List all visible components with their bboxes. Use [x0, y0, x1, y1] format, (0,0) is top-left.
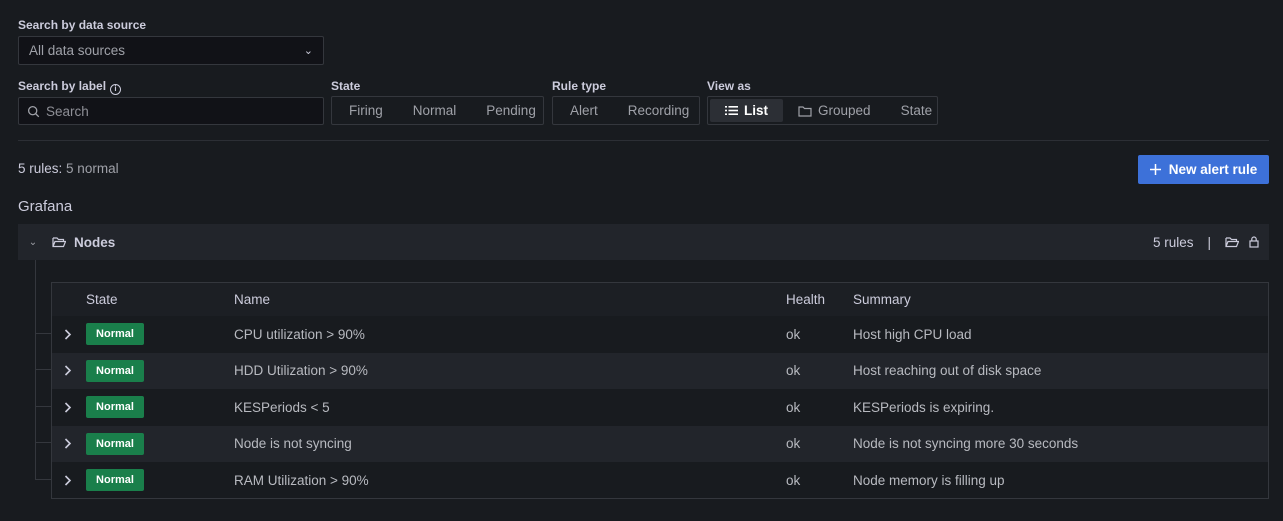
folder-name: Nodes [74, 234, 116, 250]
state-option-firing[interactable]: Firing [334, 99, 398, 122]
datasource-select[interactable]: All data sources ⌄ [18, 36, 324, 65]
rule-health: ok [786, 399, 801, 415]
info-icon[interactable]: i [110, 83, 122, 95]
rule-name: KESPeriods < 5 [234, 399, 330, 415]
label-search-placeholder: Search [46, 103, 89, 119]
rule-summary: Host high CPU load [853, 326, 972, 342]
plus-icon [1149, 164, 1161, 175]
view-as-label: View as [707, 79, 751, 93]
datasource-select-value: All data sources [29, 43, 126, 58]
filter-divider [18, 140, 1269, 141]
chevron-right-icon[interactable] [64, 316, 72, 353]
state-filter-group: Firing Normal Pending [331, 96, 544, 125]
view-as-list-label: List [744, 103, 769, 118]
folder-icon [798, 105, 812, 117]
table-row: Normal CPU utilization > 90% ok Host hig… [52, 316, 1268, 353]
view-as-group: List Grouped State [707, 96, 938, 125]
rules-detail: 5 normal [66, 161, 119, 176]
state-badge: Normal [86, 396, 144, 419]
list-icon [725, 106, 738, 115]
search-icon [27, 105, 40, 117]
tree-branch [35, 333, 51, 334]
chevron-right-icon[interactable] [64, 462, 72, 499]
view-as-grouped-label: Grouped [818, 103, 871, 118]
new-alert-rule-label: New alert rule [1168, 162, 1258, 177]
rule-health: ok [786, 326, 801, 342]
rule-type-alert[interactable]: Alert [555, 99, 613, 122]
rule-name: HDD Utilization > 90% [234, 363, 368, 379]
rule-summary: Node memory is filling up [853, 472, 1005, 488]
chevron-down-icon[interactable]: ⌄ [18, 237, 48, 248]
lock-icon[interactable] [1249, 236, 1259, 248]
rule-health: ok [786, 363, 801, 379]
rule-name: CPU utilization > 90% [234, 326, 365, 342]
label-search-input[interactable]: Search [18, 97, 324, 125]
rule-summary: KESPeriods is expiring. [853, 399, 995, 415]
folder-open-icon [52, 236, 66, 248]
state-badge: Normal [86, 432, 144, 455]
datasource-filter-label: Search by data source [18, 18, 147, 32]
view-as-state[interactable]: State [886, 99, 948, 122]
rules-table: State Name Health Summary Normal CPU uti… [51, 282, 1269, 499]
table-header: State Name Health Summary [52, 283, 1268, 316]
state-option-pending[interactable]: Pending [471, 99, 551, 122]
rules-summary: 5 rules: 5 normal [18, 161, 119, 176]
tree-branch [35, 479, 51, 480]
folder-rule-count: 5 rules [1152, 234, 1194, 250]
table-row: Normal KESPeriods < 5 ok KESPeriods is e… [52, 389, 1268, 426]
state-option-normal[interactable]: Normal [398, 99, 472, 122]
table-row: Normal HDD Utilization > 90% ok Host rea… [52, 352, 1268, 390]
state-badge: Normal [86, 359, 144, 382]
chevron-down-icon: ⌄ [303, 45, 313, 57]
rule-type-label: Rule type [552, 79, 607, 93]
table-row: Normal Node is not syncing ok Node is no… [52, 425, 1268, 463]
state-badge: Normal [86, 323, 144, 346]
rule-type-group: Alert Recording [552, 96, 700, 125]
state-badge: Normal [86, 469, 144, 492]
rule-name: Node is not syncing [234, 436, 352, 452]
tree-line [35, 260, 36, 480]
rule-type-recording[interactable]: Recording [613, 99, 705, 122]
datasource-group-title: Grafana [18, 198, 73, 215]
chevron-right-icon[interactable] [64, 353, 72, 390]
tree-branch [35, 442, 51, 443]
label-search-label: Search by label i [18, 79, 122, 95]
folder-open-icon[interactable] [1225, 236, 1239, 248]
rule-summary: Host reaching out of disk space [853, 363, 1042, 379]
label-search-label-text: Search by label [18, 79, 107, 93]
rule-name: RAM Utilization > 90% [234, 472, 369, 488]
folder-header[interactable]: ⌄ Nodes 5 rules | [18, 224, 1269, 260]
chevron-right-icon[interactable] [64, 389, 72, 426]
folder-separator: | [1207, 234, 1211, 250]
rule-health: ok [786, 472, 801, 488]
tree-branch [35, 406, 51, 407]
view-as-grouped[interactable]: Grouped [783, 99, 886, 122]
header-name: Name [234, 292, 271, 307]
tree-branch [35, 369, 51, 370]
header-state: State [86, 292, 118, 307]
table-row: Normal RAM Utilization > 90% ok Node mem… [52, 462, 1268, 499]
chevron-right-icon[interactable] [64, 426, 72, 463]
rules-count: 5 rules: [18, 161, 63, 176]
view-as-list[interactable]: List [710, 99, 784, 122]
rule-summary: Node is not syncing more 30 seconds [853, 436, 1079, 452]
new-alert-rule-button[interactable]: New alert rule [1138, 155, 1269, 184]
rule-health: ok [786, 436, 801, 452]
header-summary: Summary [853, 292, 911, 307]
state-filter-label: State [331, 79, 361, 93]
folder-actions: 5 rules | [1153, 235, 1269, 250]
header-health: Health [786, 292, 826, 307]
